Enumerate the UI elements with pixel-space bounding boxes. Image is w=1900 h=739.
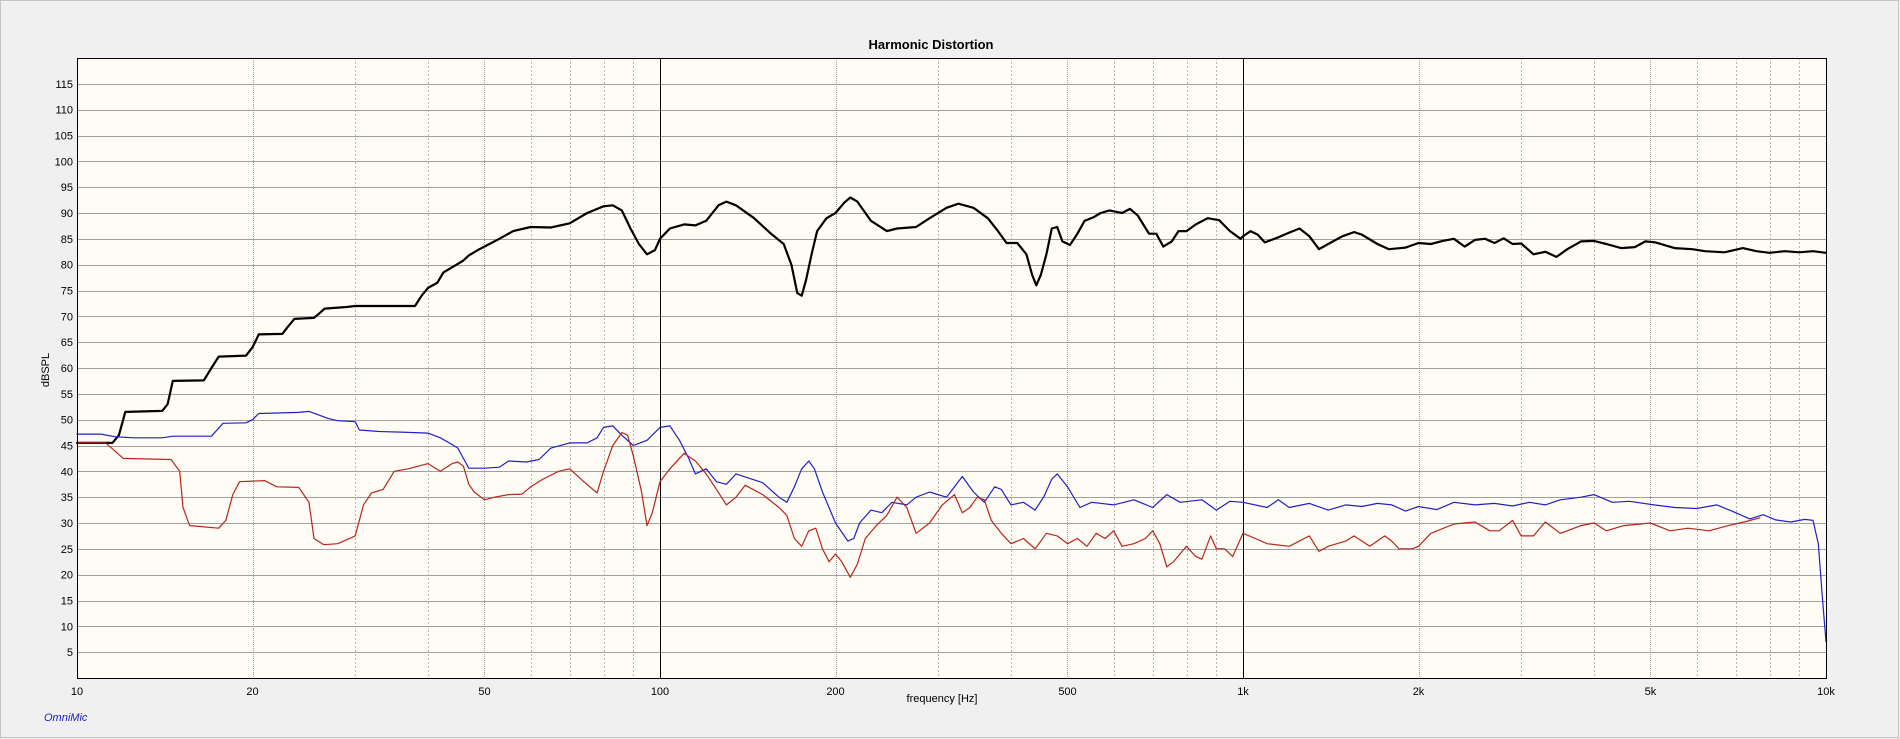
omnimic-brand: OmniMic	[44, 712, 88, 724]
y-tick-label: 40	[61, 466, 73, 478]
x-tick-label: 500	[1058, 686, 1076, 698]
x-tick-label: 10k	[1817, 686, 1835, 698]
y-tick-label: 60	[61, 363, 73, 375]
y-tick-label: 115	[55, 79, 73, 91]
y-tick-label: 50	[61, 415, 73, 427]
x-tick-label: 20	[246, 686, 258, 698]
y-tick-label: 5	[67, 647, 73, 659]
y-tick-label: 45	[61, 441, 73, 453]
y-tick-label: 90	[61, 208, 73, 220]
chart-title: Harmonic Distortion	[869, 37, 994, 52]
y-tick-label: 80	[61, 260, 73, 272]
x-tick-label: 1k	[1237, 686, 1249, 698]
y-tick-label: 15	[61, 596, 73, 608]
x-axis-label: frequency [Hz]	[907, 693, 978, 705]
y-tick-label: 105	[55, 131, 73, 143]
x-tick-label: 50	[478, 686, 490, 698]
harmonic-distortion-chart: Harmonic Distortion 5 10 15 20 25 30 35 40 45 50 5…	[0, 0, 1900, 739]
y-tick-label: 110	[55, 105, 73, 117]
y-tick-label: 85	[61, 234, 73, 246]
x-tick-label: 2k	[1413, 686, 1425, 698]
y-tick-label: 95	[61, 182, 73, 194]
x-tick-label: 200	[826, 686, 844, 698]
x-tick-label: 5k	[1645, 686, 1657, 698]
y-tick-label: 35	[61, 492, 73, 504]
y-tick-label: 25	[61, 544, 73, 556]
x-tick-label: 100	[651, 686, 669, 698]
y-tick-label: 65	[61, 337, 73, 349]
y-axis-label: dBSPL	[40, 353, 52, 387]
y-tick-label: 75	[61, 286, 73, 298]
y-tick-label: 100	[55, 156, 73, 168]
x-tick-label: 10	[71, 686, 83, 698]
y-tick-label: 55	[61, 389, 73, 401]
y-tick-label: 10	[61, 621, 73, 633]
y-tick-label: 30	[61, 518, 73, 530]
y-tick-label: 20	[61, 570, 73, 582]
y-tick-label: 70	[61, 311, 73, 323]
